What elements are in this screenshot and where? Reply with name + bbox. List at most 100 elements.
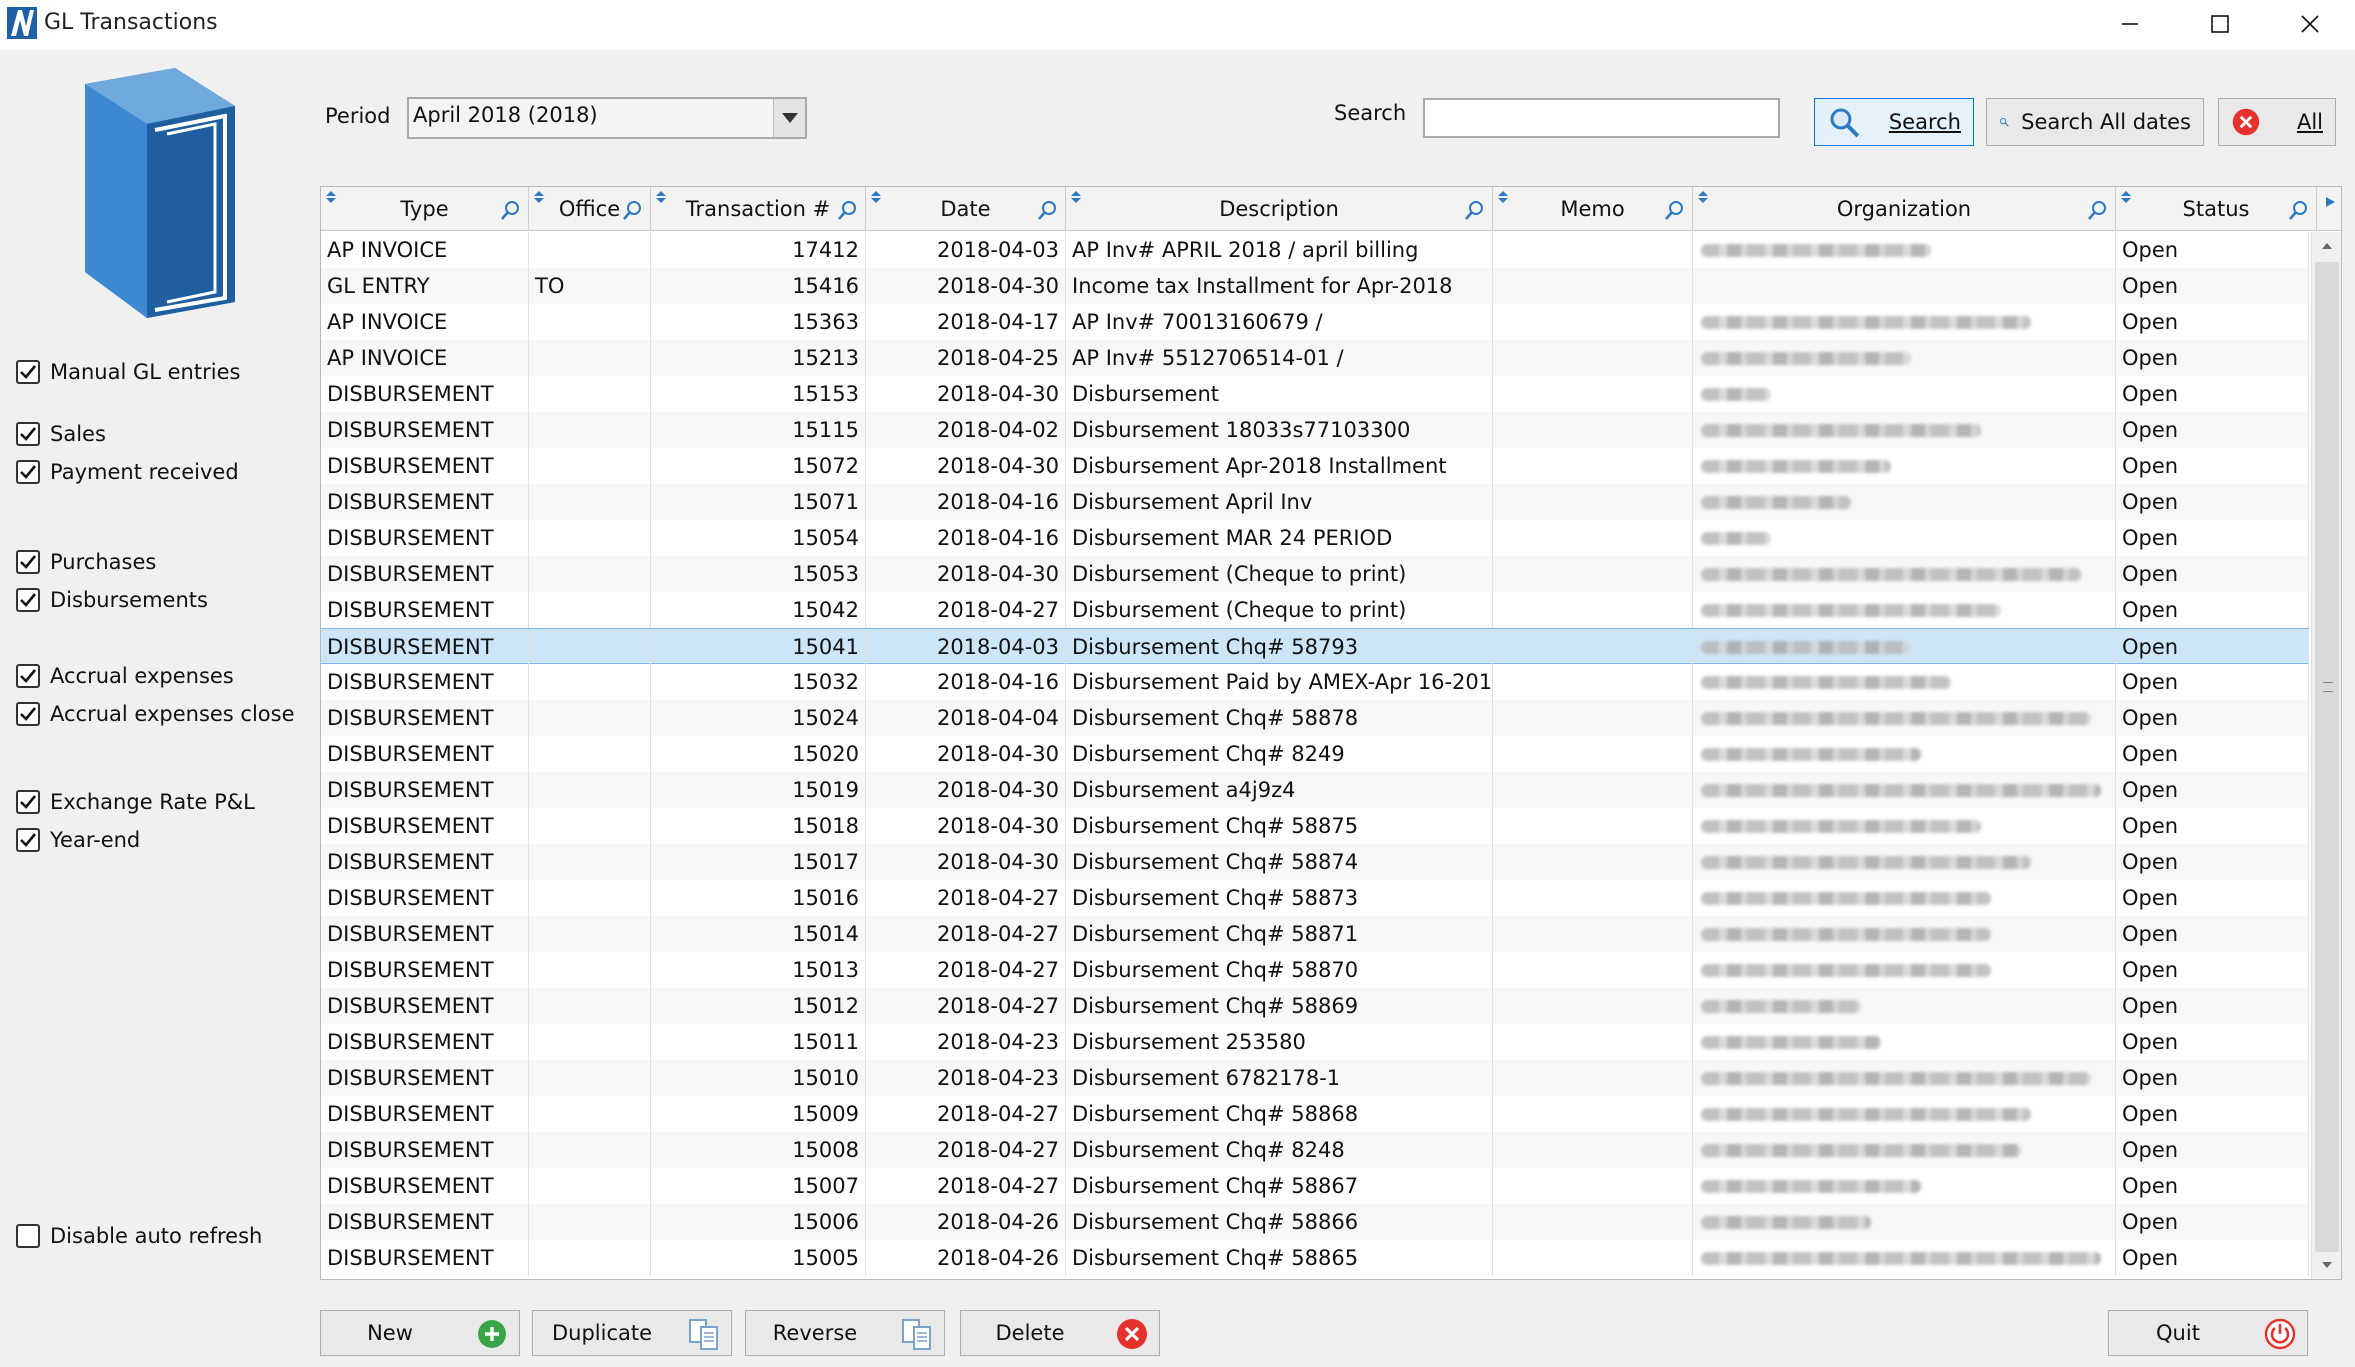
magnifier-icon[interactable] <box>1664 199 1686 221</box>
scroll-down-button[interactable] <box>2312 1251 2341 1279</box>
table-row[interactable]: DISBURSEMENT 15016 2018-04-27 Disbursement … <box>321 880 2309 916</box>
filter-payment-received[interactable]: Payment received <box>16 460 239 484</box>
cell-desc: Disbursement Chq# 58865 <box>1066 1240 1493 1276</box>
table-row[interactable]: DISBURSEMENT 15024 2018-04-04 Disbursement … <box>321 700 2309 736</box>
column-chooser-icon[interactable] <box>2323 195 2337 209</box>
checkbox[interactable] <box>16 664 40 688</box>
period-label: Period <box>325 104 391 128</box>
table-row[interactable]: DISBURSEMENT 15005 2018-04-26 Disbursement … <box>321 1240 2309 1276</box>
checkbox[interactable] <box>16 588 40 612</box>
checkbox[interactable] <box>16 550 40 574</box>
cell-status: Open <box>2116 1168 2309 1204</box>
minimize-button[interactable] <box>2085 0 2175 48</box>
cell-status: Open <box>2116 736 2309 772</box>
filter-accrual-expenses[interactable]: Accrual expenses <box>16 664 234 688</box>
scroll-up-button[interactable] <box>2312 232 2341 260</box>
filter-manual-gl-entries[interactable]: Manual GL entries <box>16 360 240 384</box>
cell-txn: 15018 <box>651 808 866 844</box>
transactions-grid[interactable]: Type Office Transaction # Date Descripti… <box>320 186 2342 1280</box>
cell-memo <box>1493 844 1693 880</box>
checkbox[interactable] <box>16 460 40 484</box>
filter-year-end[interactable]: Year-end <box>16 828 140 852</box>
maximize-button[interactable] <box>2175 0 2265 48</box>
search-button[interactable]: Search <box>1814 98 1974 146</box>
table-row[interactable]: DISBURSEMENT 15008 2018-04-27 Disbursement … <box>321 1132 2309 1168</box>
magnifier-icon[interactable] <box>2087 199 2109 221</box>
magnifier-icon[interactable] <box>500 199 522 221</box>
close-window-button[interactable] <box>2265 0 2355 48</box>
table-row[interactable]: DISBURSEMENT 15009 2018-04-27 Disbursement … <box>321 1096 2309 1132</box>
table-row[interactable]: DISBURSEMENT 15011 2018-04-23 Disbursement … <box>321 1024 2309 1060</box>
filter-accrual-expenses-close[interactable]: Accrual expenses close <box>16 702 295 726</box>
cell-memo <box>1493 1240 1693 1276</box>
column-header-description[interactable]: Description <box>1066 187 1493 231</box>
table-row[interactable]: AP INVOICE 17412 2018-04-03 AP Inv# APRIL 2… <box>321 232 2309 268</box>
table-row[interactable]: DISBURSEMENT 15010 2018-04-23 Disbursement … <box>321 1060 2309 1096</box>
magnifier-icon[interactable] <box>1464 199 1486 221</box>
magnifier-icon[interactable] <box>2288 199 2310 221</box>
checkbox[interactable] <box>16 702 40 726</box>
filter-sales[interactable]: Sales <box>16 422 106 446</box>
checkbox[interactable] <box>16 1224 40 1248</box>
table-row[interactable]: DISBURSEMENT 15153 2018-04-30 Disbursement O… <box>321 376 2309 412</box>
new-button[interactable]: New <box>320 1310 520 1356</box>
checkbox[interactable] <box>16 360 40 384</box>
column-label: Office <box>558 197 621 221</box>
filter-label: Sales <box>50 422 106 446</box>
table-row[interactable]: DISBURSEMENT 15013 2018-04-27 Disbursement … <box>321 952 2309 988</box>
table-row[interactable]: DISBURSEMENT 15053 2018-04-30 Disbursement … <box>321 556 2309 592</box>
magnifier-icon[interactable] <box>1037 199 1059 221</box>
table-row[interactable]: DISBURSEMENT 15032 2018-04-16 Disbursement … <box>321 664 2309 700</box>
filter-exchange-rate-pl[interactable]: Exchange Rate P&L <box>16 790 255 814</box>
column-header-office[interactable]: Office <box>529 187 651 231</box>
checkbox[interactable] <box>16 422 40 446</box>
magnifier-icon[interactable] <box>837 199 859 221</box>
column-header-transaction-number[interactable]: Transaction # <box>651 187 866 231</box>
search-input[interactable] <box>1423 98 1780 138</box>
column-header-memo[interactable]: Memo <box>1493 187 1693 231</box>
filter-disbursements[interactable]: Disbursements <box>16 588 208 612</box>
table-row[interactable]: AP INVOICE 15213 2018-04-25 AP Inv# 5512706… <box>321 340 2309 376</box>
table-row[interactable]: DISBURSEMENT 15020 2018-04-30 Disbursement … <box>321 736 2309 772</box>
table-row[interactable]: DISBURSEMENT 15071 2018-04-16 Disbursement … <box>321 484 2309 520</box>
table-row[interactable]: DISBURSEMENT 15018 2018-04-30 Disbursement … <box>321 808 2309 844</box>
table-row[interactable]: DISBURSEMENT 15006 2018-04-26 Disbursement … <box>321 1204 2309 1240</box>
vertical-scrollbar[interactable] <box>2311 232 2341 1279</box>
table-row[interactable]: DISBURSEMENT 15012 2018-04-27 Disbursement … <box>321 988 2309 1024</box>
all-button-label: All <box>2296 110 2323 134</box>
period-dropdown[interactable]: April 2018 (2018) <box>407 97 807 139</box>
table-row[interactable]: DISBURSEMENT 15017 2018-04-30 Disbursement … <box>321 844 2309 880</box>
column-header-type[interactable]: Type <box>321 187 529 231</box>
table-row[interactable]: DISBURSEMENT 15007 2018-04-27 Disbursement … <box>321 1168 2309 1204</box>
column-header-date[interactable]: Date <box>866 187 1066 231</box>
disable-auto-refresh-toggle[interactable]: Disable auto refresh <box>16 1224 262 1248</box>
cell-date: 2018-04-30 <box>866 268 1066 304</box>
table-row[interactable]: DISBURSEMENT 15042 2018-04-27 Disbursement … <box>321 592 2309 628</box>
cell-date: 2018-04-27 <box>866 592 1066 628</box>
scrollbar-thumb[interactable] <box>2315 262 2339 1252</box>
magnifier-icon[interactable] <box>622 199 644 221</box>
reverse-button[interactable]: Reverse <box>745 1310 945 1356</box>
search-all-dates-button[interactable]: Search All dates <box>1986 98 2204 146</box>
table-row[interactable]: DISBURSEMENT 15115 2018-04-02 Disbursement … <box>321 412 2309 448</box>
table-row[interactable]: AP INVOICE 15363 2018-04-17 AP Inv# 7001316… <box>321 304 2309 340</box>
table-row[interactable]: DISBURSEMENT 15014 2018-04-27 Disbursement … <box>321 916 2309 952</box>
checkbox[interactable] <box>16 790 40 814</box>
checkbox[interactable] <box>16 828 40 852</box>
column-header-status[interactable]: Status <box>2116 187 2317 231</box>
delete-button[interactable]: Delete <box>960 1310 1160 1356</box>
cell-status: Open <box>2116 952 2309 988</box>
table-row[interactable]: DISBURSEMENT 15041 2018-04-03 Disbursement … <box>321 628 2309 665</box>
clear-all-button[interactable]: All <box>2218 98 2336 146</box>
cell-memo <box>1493 700 1693 736</box>
filter-purchases[interactable]: Purchases <box>16 550 156 574</box>
dropdown-arrow-button[interactable] <box>773 99 805 137</box>
column-label: Organization <box>1836 197 1972 221</box>
column-header-organization[interactable]: Organization <box>1693 187 2116 231</box>
duplicate-button[interactable]: Duplicate <box>532 1310 732 1356</box>
table-row[interactable]: DISBURSEMENT 15072 2018-04-30 Disbursement … <box>321 448 2309 484</box>
table-row[interactable]: DISBURSEMENT 15054 2018-04-16 Disbursement … <box>321 520 2309 556</box>
table-row[interactable]: GL ENTRY TO 15416 2018-04-30 Income tax Inst… <box>321 268 2309 304</box>
table-row[interactable]: DISBURSEMENT 15019 2018-04-30 Disbursement … <box>321 772 2309 808</box>
quit-button[interactable]: Quit <box>2108 1310 2308 1356</box>
